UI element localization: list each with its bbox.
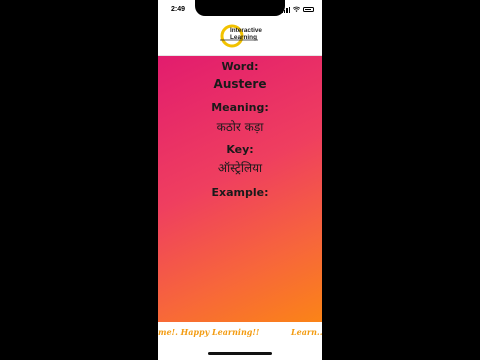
key-label: Key: — [226, 143, 254, 156]
key-value: ऑस्ट्रेलिया — [217, 161, 263, 175]
phone-screen: 2:49 Interactive Learning Word: Austere … — [158, 0, 322, 360]
word-card: Word: Austere Meaning: कठोर कड़ा Key: ऑस… — [158, 56, 322, 322]
logo-line-1: Interactive — [230, 27, 262, 34]
marquee-trail: Learn... — [291, 327, 322, 337]
signal-icon — [281, 6, 290, 13]
logo-line-2: Learning — [230, 34, 257, 41]
word-label: Word: — [221, 60, 259, 73]
app-header: Interactive Learning — [158, 20, 322, 56]
status-bar: 2:49 — [158, 0, 322, 20]
status-time: 2:49 — [171, 6, 186, 13]
status-icons — [281, 6, 314, 13]
example-label: Example: — [211, 186, 269, 199]
meaning-label: Meaning: — [211, 101, 269, 114]
meaning-value: कठोर कड़ा — [216, 120, 264, 134]
device-notch — [195, 0, 285, 16]
marquee-text: me!. Happy Learning!! — [158, 327, 260, 337]
footer-marquee: me!. Happy Learning!! Learn... — [158, 322, 322, 344]
home-indicator[interactable] — [208, 352, 272, 355]
battery-icon — [303, 7, 314, 12]
word-value: Austere — [213, 77, 267, 91]
logo-text: Interactive Learning — [230, 27, 262, 41]
wifi-icon — [293, 6, 300, 12]
